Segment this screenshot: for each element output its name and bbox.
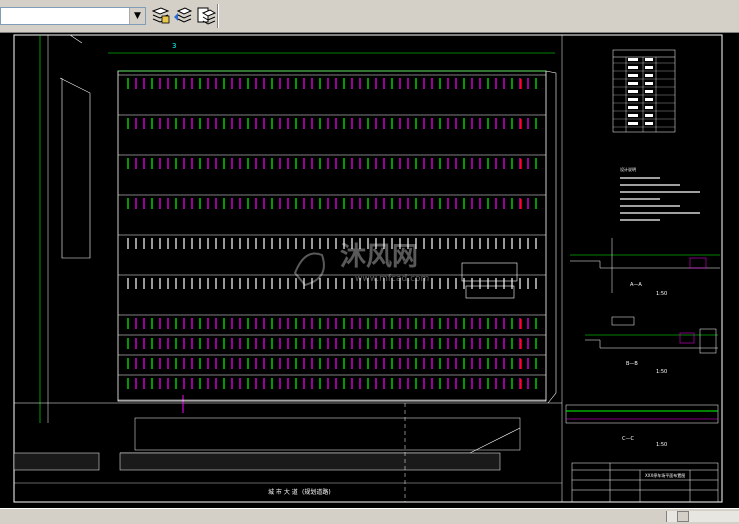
parking-rows: [118, 74, 546, 401]
road-sub-label: (规划道路): [302, 488, 331, 496]
section-a-label: A—A: [630, 282, 642, 288]
chevron-down-icon[interactable]: ▼: [129, 8, 145, 24]
watermark-text: 沐风网: [340, 242, 418, 272]
notes-lines: [620, 177, 700, 221]
section-b-label: B—B: [626, 361, 638, 367]
road-building: [134, 417, 521, 451]
section-c-label: C—C: [622, 436, 634, 442]
left-corner-detail: [69, 34, 83, 44]
toolbar: ▼: [0, 0, 739, 33]
watermark-url: www.mfcad.com: [355, 274, 429, 284]
toolbar-separator: [217, 4, 219, 28]
layer-properties-button[interactable]: [149, 5, 171, 27]
layer-states-button[interactable]: [195, 5, 217, 27]
drawing-canvas[interactable]: 城 市 大 道 (规划道路) 3 沐风网 www.mfcad.com 设计说明: [0, 33, 739, 508]
layer-previous-icon: [174, 7, 193, 23]
section-a-detail: [570, 238, 720, 293]
lot-building-annex: [465, 285, 515, 299]
left-building-outline: [59, 77, 91, 259]
notes-title: 设计说明: [620, 166, 636, 172]
layer-states-icon: [197, 7, 217, 25]
right-boundary: [545, 70, 557, 404]
layer-previous-button[interactable]: [172, 5, 194, 27]
scrollbar-thumb[interactable]: [677, 511, 689, 522]
section-a-scale: 1:50: [656, 291, 667, 297]
layer-dropdown[interactable]: ▼: [0, 7, 146, 25]
lot-building: [461, 262, 518, 282]
parking-table-rows: [613, 58, 675, 128]
section-b-detail: [585, 316, 718, 354]
road-label: 城 市 大 道: [268, 488, 298, 496]
section-c-detail: [565, 404, 719, 424]
top-dimension-mark: 3: [172, 42, 176, 50]
section-b-scale: 1:50: [656, 369, 667, 375]
cad-drawing[interactable]: 城 市 大 道 (规划道路) 3 沐风网 www.mfcad.com 设计说明: [0, 33, 739, 508]
road-hatch-left: [13, 452, 100, 471]
status-bar: [0, 508, 739, 524]
road-hatch-main: [119, 452, 501, 471]
parking-table: [612, 49, 676, 133]
title-block-project: XXX停车场平面布置图: [645, 472, 685, 478]
parking-lot-outline: [117, 70, 547, 402]
section-c-scale: 1:50: [656, 442, 667, 448]
title-block: [571, 462, 719, 503]
layer-properties-icon: [151, 7, 170, 24]
road-curb: [120, 427, 521, 454]
